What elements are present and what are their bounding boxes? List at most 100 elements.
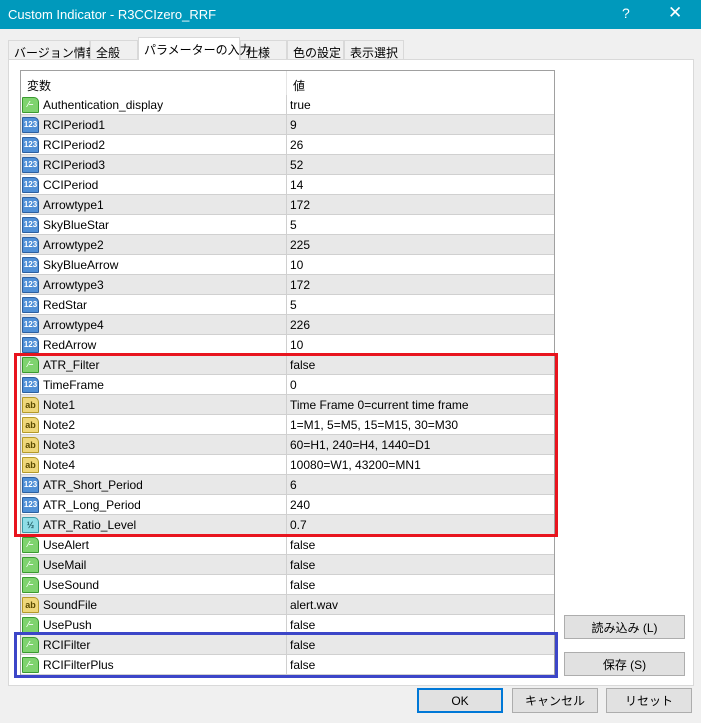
value-cell[interactable]: 0.7 <box>287 515 307 534</box>
value-cell[interactable]: alert.wav <box>287 595 338 614</box>
table-row[interactable]: 123 RCIPeriod1 9 <box>21 115 554 135</box>
value-cell[interactable]: 10 <box>287 255 303 274</box>
value-cell[interactable]: 5 <box>287 295 297 314</box>
value-cell[interactable]: 26 <box>287 135 303 154</box>
variable-cell[interactable]: ⁄– ATR_Filter <box>21 355 287 374</box>
table-row[interactable]: 123 RCIPeriod2 26 <box>21 135 554 155</box>
variable-cell[interactable]: ⁄– UsePush <box>21 615 287 634</box>
table-row[interactable]: 123 Arrowtype4 226 <box>21 315 554 335</box>
header-variable[interactable]: 変数 <box>21 71 287 95</box>
value-cell[interactable]: false <box>287 635 315 654</box>
table-row[interactable]: 123 Arrowtype3 172 <box>21 275 554 295</box>
table-row[interactable]: 123 RCIPeriod3 52 <box>21 155 554 175</box>
value-cell[interactable]: false <box>287 535 315 554</box>
variable-cell[interactable]: 123 RCIPeriod3 <box>21 155 287 174</box>
value-cell[interactable]: 10 <box>287 335 303 354</box>
variable-cell[interactable]: 123 RCIPeriod1 <box>21 115 287 134</box>
variable-cell[interactable]: 123 TimeFrame <box>21 375 287 394</box>
variable-cell[interactable]: 123 Arrowtype4 <box>21 315 287 334</box>
value-cell[interactable]: 5 <box>287 215 297 234</box>
value-cell[interactable]: 1=M1, 5=M5, 15=M15, 30=M30 <box>287 415 458 434</box>
load-button[interactable]: 読み込み (L) <box>564 615 685 639</box>
value-cell[interactable]: 240 <box>287 495 310 514</box>
variable-cell[interactable]: 123 Arrowtype3 <box>21 275 287 294</box>
variable-cell[interactable]: ⁄– RCIFilter <box>21 635 287 654</box>
table-row[interactable]: ⁄– UsePush false <box>21 615 554 635</box>
variable-cell[interactable]: 123 Arrowtype1 <box>21 195 287 214</box>
tab-1[interactable]: 全般 <box>90 40 138 60</box>
variable-cell[interactable]: ab Note4 <box>21 455 287 474</box>
header-value[interactable]: 値 <box>287 71 311 95</box>
reset-button[interactable]: リセット <box>606 688 692 713</box>
table-row[interactable]: 123 ATR_Short_Period 6 <box>21 475 554 495</box>
ok-button[interactable]: OK <box>417 688 503 713</box>
table-row[interactable]: ⁄– UseMail false <box>21 555 554 575</box>
table-row[interactable]: ⁄– UseAlert false <box>21 535 554 555</box>
value-cell[interactable]: 225 <box>287 235 310 254</box>
table-row[interactable]: 123 Arrowtype1 172 <box>21 195 554 215</box>
value-cell[interactable]: 226 <box>287 315 310 334</box>
value-cell[interactable]: 172 <box>287 275 310 294</box>
variable-cell[interactable]: ⁄– UseAlert <box>21 535 287 554</box>
value-cell[interactable]: 14 <box>287 175 303 194</box>
value-cell[interactable]: 52 <box>287 155 303 174</box>
variable-cell[interactable]: 123 RCIPeriod2 <box>21 135 287 154</box>
table-row[interactable]: ab Note3 60=H1, 240=H4, 1440=D1 <box>21 435 554 455</box>
value-cell[interactable]: false <box>287 615 315 634</box>
table-row[interactable]: 123 CCIPeriod 14 <box>21 175 554 195</box>
variable-cell[interactable]: 123 CCIPeriod <box>21 175 287 194</box>
tab-2[interactable]: パラメーターの入力 <box>138 37 252 60</box>
table-row[interactable]: ⁄– ATR_Filter false <box>21 355 554 375</box>
value-cell[interactable]: false <box>287 555 315 574</box>
table-row[interactable]: ab Note4 10080=W1, 43200=MN1 <box>21 455 554 475</box>
variable-cell[interactable]: ⁄– Authentication_display <box>21 95 287 114</box>
tab-4[interactable]: 色の設定 <box>287 40 344 60</box>
close-button[interactable]: ✕ <box>668 3 682 23</box>
value-cell[interactable]: true <box>287 95 311 114</box>
value-cell[interactable]: false <box>287 355 315 374</box>
variable-cell[interactable]: 123 ATR_Short_Period <box>21 475 287 494</box>
variable-cell[interactable]: 123 RedArrow <box>21 335 287 354</box>
table-row[interactable]: ⁄– Authentication_display true <box>21 95 554 115</box>
table-row[interactable]: ab SoundFile alert.wav <box>21 595 554 615</box>
value-cell[interactable]: 6 <box>287 475 297 494</box>
cancel-button[interactable]: キャンセル <box>512 688 598 713</box>
variable-cell[interactable]: 123 RedStar <box>21 295 287 314</box>
value-cell[interactable]: 0 <box>287 375 297 394</box>
variable-cell[interactable]: 123 SkyBlueStar <box>21 215 287 234</box>
table-row[interactable]: ½ ATR_Ratio_Level 0.7 <box>21 515 554 535</box>
table-row[interactable]: ⁄– RCIFilter false <box>21 635 554 655</box>
variable-cell[interactable]: ½ ATR_Ratio_Level <box>21 515 287 534</box>
table-row[interactable]: ⁄– UseSound false <box>21 575 554 595</box>
parameter-table[interactable]: 変数 値 ⁄– Authentication_display true 123 RCIP… <box>20 70 555 676</box>
variable-cell[interactable]: 123 ATR_Long_Period <box>21 495 287 514</box>
table-row[interactable]: ab Note1 Time Frame 0=current time frame <box>21 395 554 415</box>
variable-cell[interactable]: 123 SkyBlueArrow <box>21 255 287 274</box>
table-row[interactable]: 123 SkyBlueArrow 10 <box>21 255 554 275</box>
variable-cell[interactable]: ab SoundFile <box>21 595 287 614</box>
help-button[interactable]: ? <box>622 5 630 21</box>
table-row[interactable]: 123 TimeFrame 0 <box>21 375 554 395</box>
variable-cell[interactable]: 123 Arrowtype2 <box>21 235 287 254</box>
value-cell[interactable]: 172 <box>287 195 310 214</box>
variable-cell[interactable]: ⁄– UseMail <box>21 555 287 574</box>
table-row[interactable]: 123 RedArrow 10 <box>21 335 554 355</box>
value-cell[interactable]: Time Frame 0=current time frame <box>287 395 469 414</box>
table-row[interactable]: ab Note2 1=M1, 5=M5, 15=M15, 30=M30 <box>21 415 554 435</box>
value-cell[interactable]: 9 <box>287 115 297 134</box>
value-cell[interactable]: false <box>287 655 315 674</box>
variable-cell[interactable]: ⁄– RCIFilterPlus <box>21 655 287 674</box>
tab-0[interactable]: バージョン情報 <box>8 40 98 60</box>
table-row[interactable]: 123 SkyBlueStar 5 <box>21 215 554 235</box>
variable-cell[interactable]: ab Note3 <box>21 435 287 454</box>
table-row[interactable]: 123 RedStar 5 <box>21 295 554 315</box>
value-cell[interactable]: 10080=W1, 43200=MN1 <box>287 455 421 474</box>
value-cell[interactable]: false <box>287 575 315 594</box>
variable-cell[interactable]: ab Note2 <box>21 415 287 434</box>
variable-cell[interactable]: ab Note1 <box>21 395 287 414</box>
tab-5[interactable]: 表示選択 <box>344 40 404 60</box>
table-row[interactable]: 123 Arrowtype2 225 <box>21 235 554 255</box>
table-row[interactable]: ⁄– RCIFilterPlus false <box>21 655 554 675</box>
table-row[interactable]: 123 ATR_Long_Period 240 <box>21 495 554 515</box>
value-cell[interactable]: 60=H1, 240=H4, 1440=D1 <box>287 435 430 454</box>
